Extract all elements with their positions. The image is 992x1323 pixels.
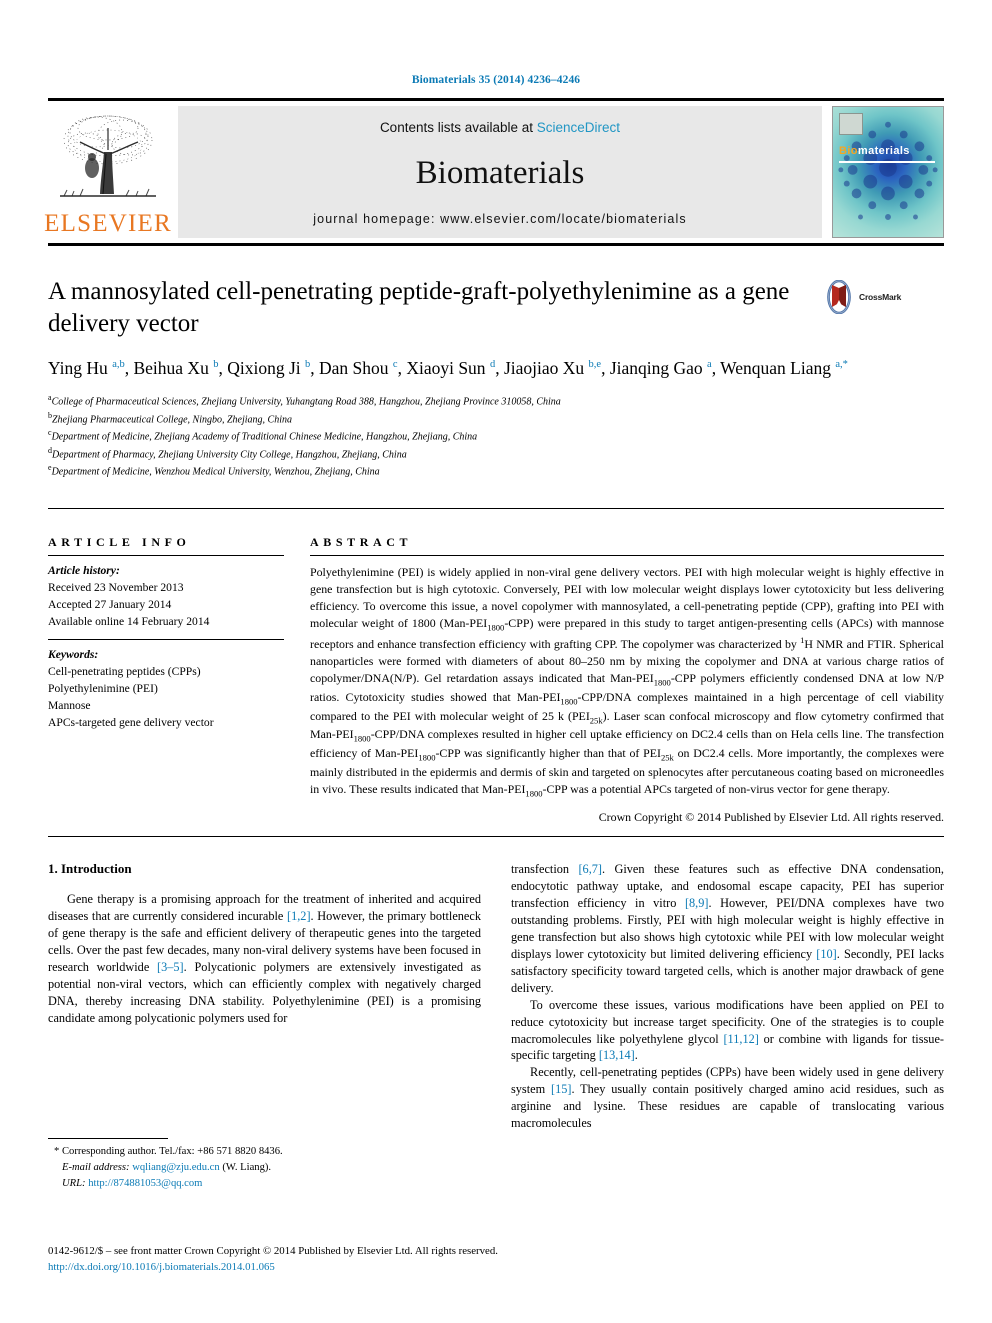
body-columns: 1. Introduction Gene therapy is a promis… [48, 861, 944, 1133]
info-and-abstract: ARTICLE INFO Article history: Received 2… [48, 535, 944, 826]
article-history-label: Article history: [48, 563, 120, 577]
history-item: Received 23 November 2013 [48, 581, 184, 595]
url-line: URL: http://874881053@qq.com [48, 1176, 468, 1192]
crossmark-icon [827, 280, 851, 314]
abstract-heading: ABSTRACT [310, 534, 413, 549]
abstract-column: ABSTRACT Polyethylenimine (PEI) is widel… [310, 535, 944, 826]
page-title: A mannosylated cell-penetrating peptide-… [48, 278, 790, 337]
intro-paragraph-2: To overcome these issues, various modifi… [511, 997, 944, 1063]
abstract-paragraph: Polyethylenimine (PEI) is widely applied… [310, 564, 945, 799]
affiliation-item: dDepartment of Pharmacy, Zhejiang Univer… [48, 445, 407, 461]
keyword-item: APCs-targeted gene delivery vector [48, 716, 214, 730]
keyword-item: Polyethylenimine (PEI) [48, 681, 158, 695]
intro-continued-paragraph: transfection [6,7]. Given these features… [511, 861, 944, 995]
corresponding-author-footnote: * Corresponding author. Tel./fax: +86 57… [48, 1138, 468, 1192]
history-item: Available online 14 February 2014 [48, 615, 210, 629]
email-suffix: (W. Liang). [222, 1161, 272, 1173]
elsevier-tree-icon [60, 115, 156, 197]
journal-cover-thumbnail[interactable]: Biomaterials [832, 106, 944, 238]
elsevier-logo: ELSEVIER [44, 106, 171, 238]
abstract-copyright: Crown Copyright © 2014 Published by Else… [598, 809, 944, 824]
section-divider-top [48, 507, 944, 509]
email-line: E-mail address: wqliang@zju.edu.cn (W. L… [48, 1160, 468, 1176]
keywords-block: Keywords: Cell-penetrating peptides (CPP… [48, 640, 284, 740]
article-history-block: Article history: Received 23 November 20… [48, 556, 284, 639]
journal-name: Biomaterials [415, 155, 585, 191]
article-content: A mannosylated cell-penetrating peptide-… [48, 276, 944, 1132]
introduction-paragraph: Gene therapy is a promising approach for… [48, 891, 482, 1025]
cover-title: Biomaterials [839, 145, 910, 157]
body-column-right: transfection [6,7]. Given these features… [511, 861, 944, 1133]
article-info-heading: ARTICLE INFO [48, 534, 191, 549]
journal-homepage[interactable]: journal homepage: www.elsevier.com/locat… [313, 212, 686, 226]
page-footer: 0142-9612/$ – see front matter Crown Cop… [48, 1244, 948, 1275]
intro-paragraph-3: Recently, cell-penetrating peptides (CPP… [511, 1065, 944, 1131]
crossmark-label: CrossMark [859, 292, 902, 302]
cover-rule [839, 161, 935, 163]
elsevier-wordmark: ELSEVIER [44, 210, 172, 237]
history-item: Accepted 27 January 2014 [48, 598, 172, 612]
contents-prefix: Contents lists available at [379, 120, 537, 135]
abstract-text: Polyethylenimine (PEI) is widely applied… [310, 556, 944, 826]
doi-link[interactable]: http://dx.doi.org/10.1016/j.biomaterials… [48, 1260, 948, 1276]
corresponding-author-line: * Corresponding author. Tel./fax: +86 57… [48, 1144, 468, 1160]
affiliation-item: cDepartment of Medicine, Zhejiang Academ… [48, 428, 478, 443]
keyword-item: Cell-penetrating peptides (CPPs) [48, 664, 201, 678]
section-divider-bottom [48, 835, 944, 837]
author-list: Ying Hu a,b, Beihua Xu b, Qixiong Ji b, … [48, 358, 848, 378]
url-link[interactable]: http://874881053@qq.com [88, 1178, 202, 1189]
issn-copyright-line: 0142-9612/$ – see front matter Crown Cop… [48, 1245, 498, 1257]
email-label: E-mail address: [62, 1161, 130, 1173]
affiliation-item: bZhejiang Pharmaceutical College, Ningbo… [48, 410, 292, 426]
body-column-left: 1. Introduction Gene therapy is a promis… [48, 861, 481, 1133]
affiliation-list: aCollege of Pharmaceutical Sciences, Zhe… [48, 392, 944, 480]
corresponding-author-text: Corresponding author. Tel./fax: +86 571 … [61, 1146, 283, 1157]
keyword-item: Mannose [48, 699, 91, 713]
journal-masthead: ELSEVIER Contents lists available at Sci… [44, 98, 944, 246]
journal-article-page: Biomaterials 35 (2014) 4236–4246 ELSEVIE… [0, 0, 992, 1323]
footnote-marker: * [54, 1146, 60, 1157]
journal-band: Contents lists available at ScienceDirec… [178, 106, 822, 238]
article-info-column: ARTICLE INFO Article history: Received 2… [48, 535, 310, 826]
title-row: A mannosylated cell-penetrating peptide-… [48, 276, 944, 340]
cover-badge-icon [839, 113, 863, 135]
email-link[interactable]: wqliang@zju.edu.cn [132, 1162, 219, 1173]
introduction-heading: 1. Introduction [48, 860, 132, 876]
url-label: URL: [62, 1177, 86, 1189]
footnote-rule [48, 1138, 168, 1139]
keywords-label: Keywords: [48, 647, 99, 661]
affiliation-item: aCollege of Pharmaceutical Sciences, Zhe… [48, 393, 561, 408]
running-head: Biomaterials 35 (2014) 4236–4246 [411, 74, 581, 86]
contents-available-line: Contents lists available at ScienceDirec… [380, 120, 620, 135]
sciencedirect-link[interactable]: ScienceDirect [537, 120, 620, 135]
crossmark-badge[interactable]: CrossMark [822, 280, 902, 314]
affiliation-item: eDepartment of Medicine, Wenzhou Medical… [48, 463, 380, 478]
